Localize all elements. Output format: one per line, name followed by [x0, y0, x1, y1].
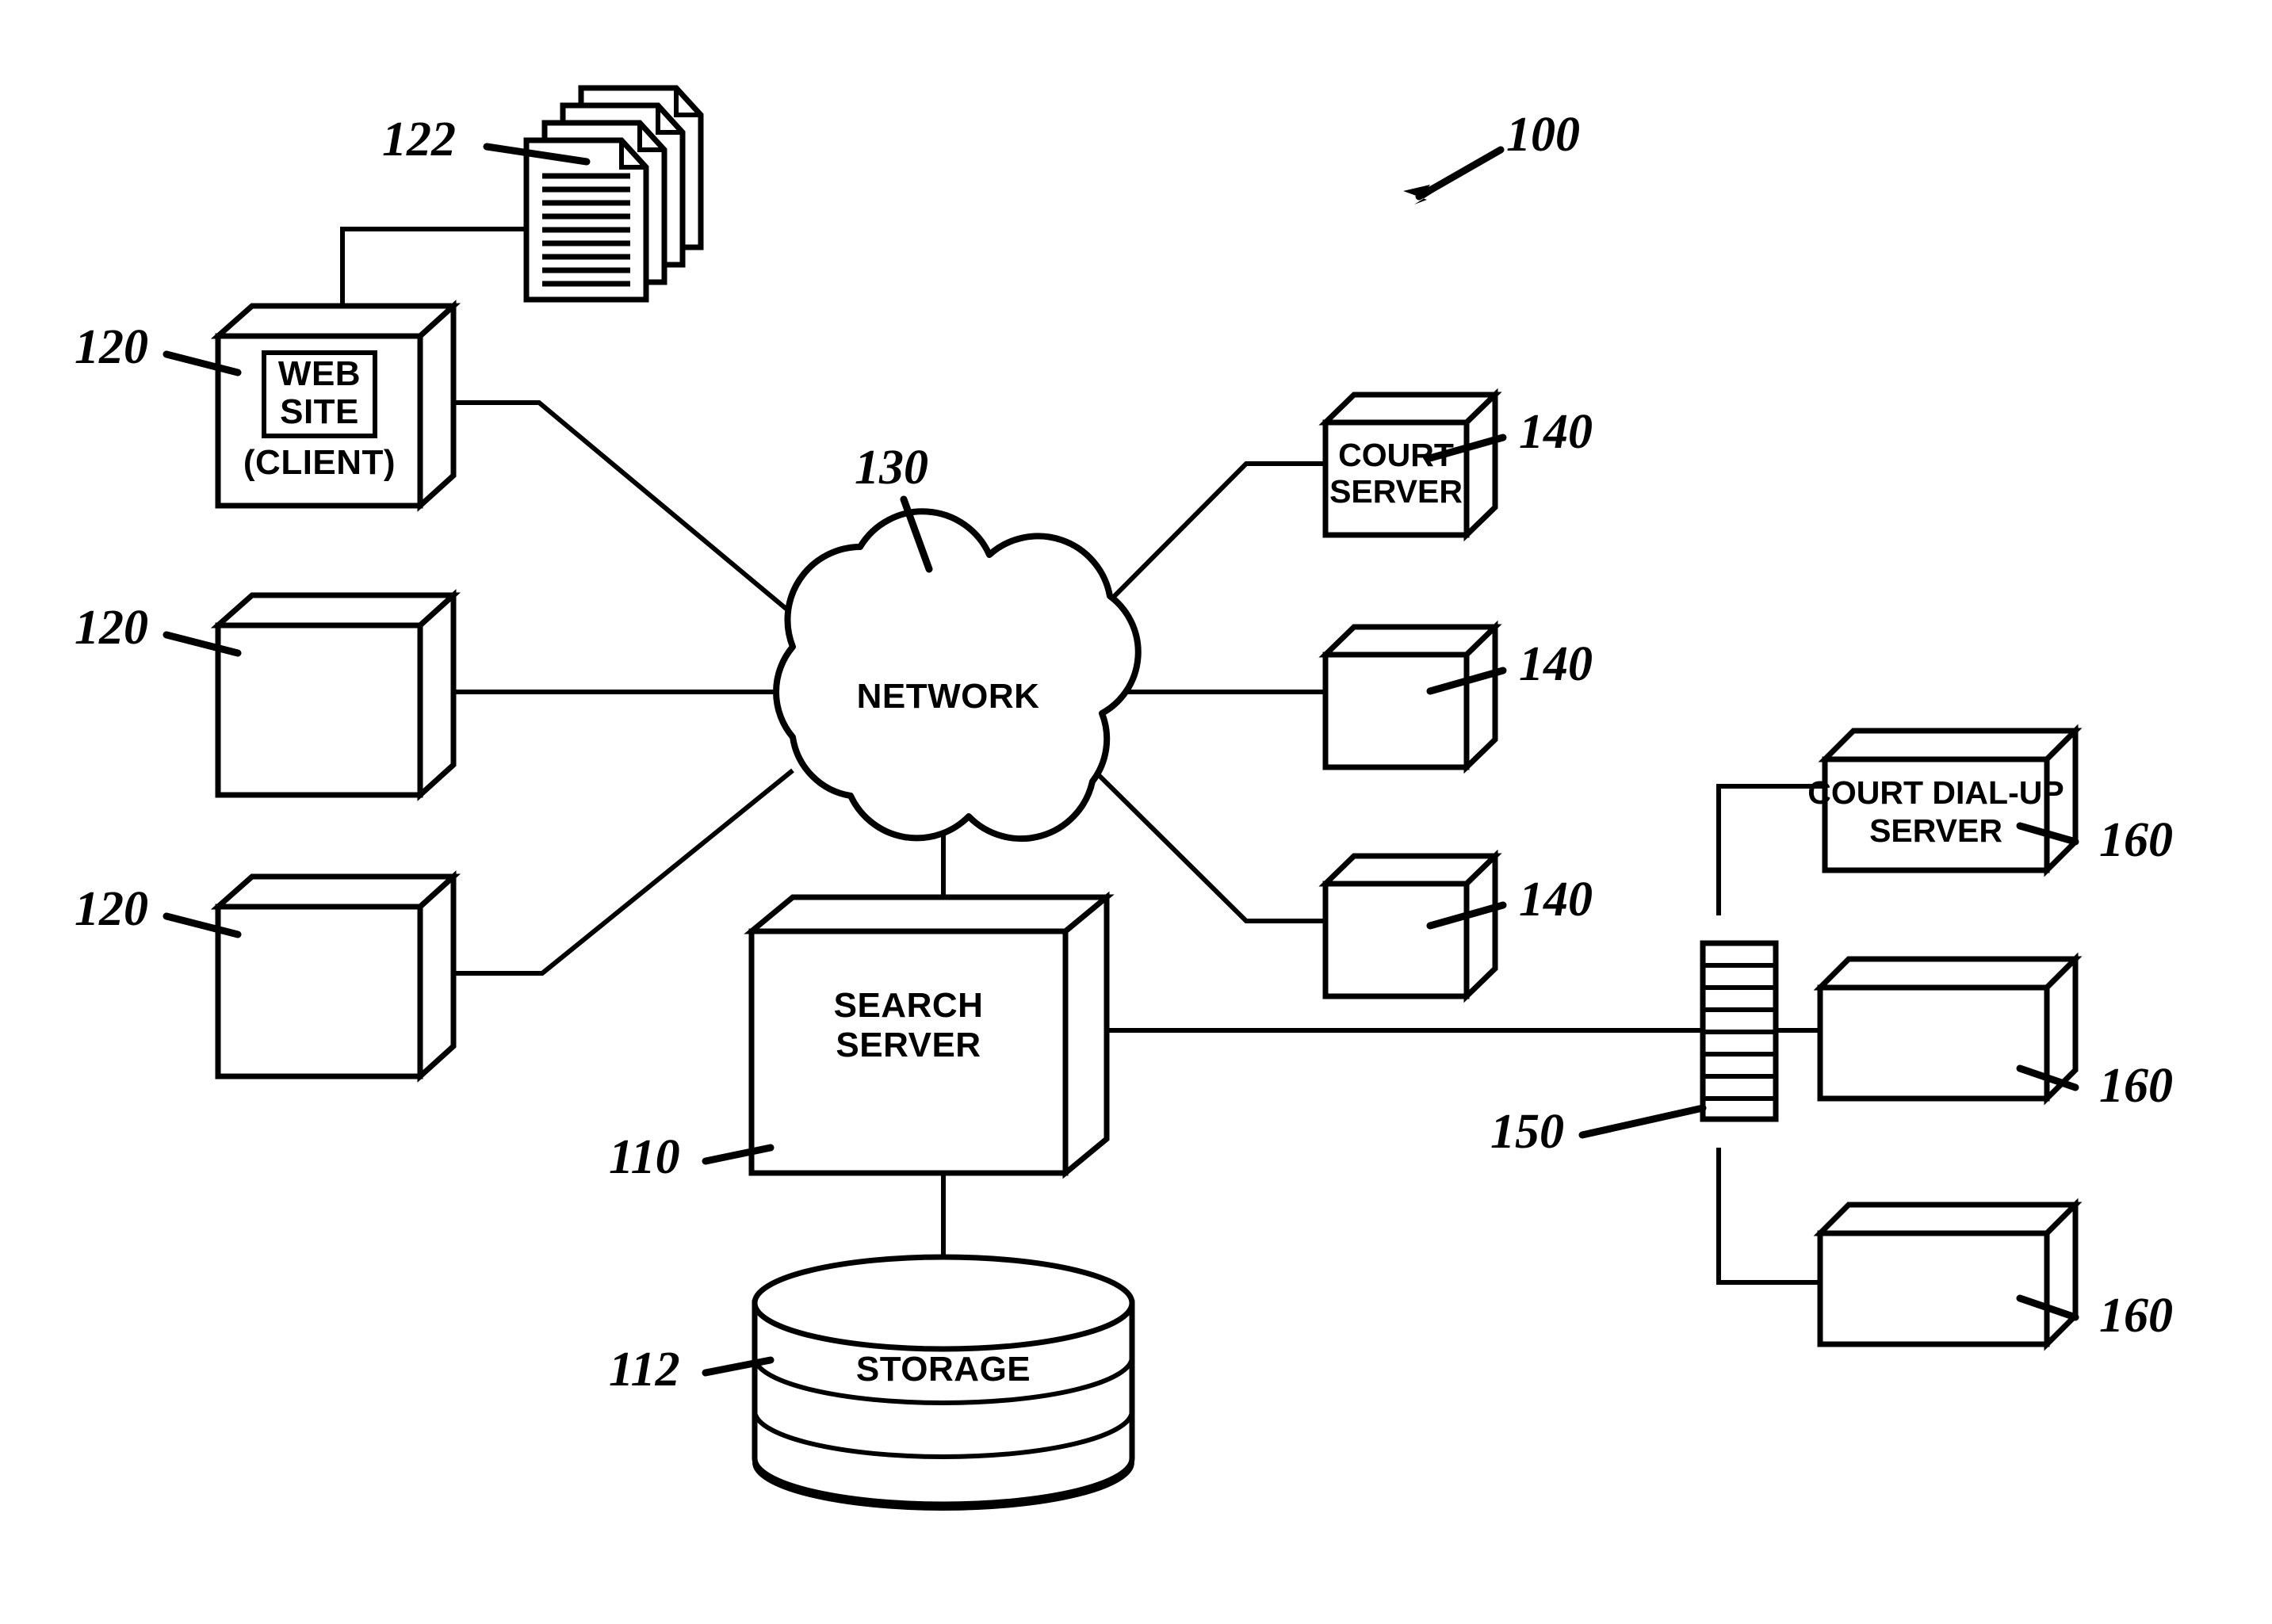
dial-up-server-label-line2: SERVER — [1869, 812, 2002, 849]
client-box-3-front-face — [215, 904, 423, 1079]
court-server-1-side-face — [1463, 388, 1498, 542]
ref-numeral-160-a: 160 — [2099, 813, 2173, 867]
connector-modem-bank-to-dialup-3 — [1716, 1148, 1820, 1285]
client-box-3-top-face — [210, 873, 461, 910]
court-server-2-front-face — [1322, 652, 1470, 770]
ref-numeral-160-c: 160 — [2099, 1289, 2173, 1343]
storage-label: STORAGE — [856, 1350, 1031, 1389]
court-server-3-side-face — [1463, 849, 1498, 1003]
court-server-label-line2: SERVER — [1329, 473, 1463, 510]
modem-bank[interactable] — [1700, 940, 1779, 1122]
ref-numeral-140-b: 140 — [1519, 637, 1593, 691]
dial-up-server-3-front-face — [1817, 1230, 2050, 1347]
patent-figure-canvas: WEB SITE (CLIENT) NETWORK COURT SERVER S… — [0, 0, 2272, 1624]
search-server-box[interactable]: SEARCH SERVER — [744, 891, 1115, 1179]
client-box-2-side-face — [417, 589, 457, 801]
court-server-box-2[interactable] — [1318, 620, 1502, 774]
court-server-3-front-face — [1322, 881, 1470, 999]
connector-client1-to-network — [453, 400, 794, 617]
dial-up-server-2-top-face — [1813, 956, 2083, 991]
search-server-label-line1: SEARCH — [834, 986, 984, 1025]
dial-up-server-3-top-face — [1813, 1202, 2083, 1236]
client-box-1-top-face — [210, 303, 461, 339]
connector-network-to-court-server-3 — [1092, 768, 1325, 923]
ref-numeral-140-a: 140 — [1519, 405, 1593, 459]
court-dial-up-server-box-3[interactable] — [1813, 1198, 2083, 1351]
client-label: (CLIENT) — [243, 443, 396, 482]
document-stack — [523, 85, 704, 303]
ref-numeral-122: 122 — [382, 113, 456, 166]
ref-numeral-160-b: 160 — [2099, 1059, 2173, 1113]
ref-numeral-120-a: 120 — [75, 320, 148, 374]
client-box-1-side-face — [417, 300, 457, 512]
leader-150 — [1578, 1104, 1707, 1139]
dial-up-server-3-side-face — [2044, 1198, 2079, 1351]
client-box-3[interactable] — [210, 870, 461, 1083]
web-site-client-box[interactable]: WEB SITE (CLIENT) — [210, 300, 461, 512]
client-box-2-front-face — [215, 622, 423, 798]
network-cloud[interactable]: NETWORK — [773, 508, 1142, 843]
ref-numeral-140-c: 140 — [1519, 873, 1593, 927]
court-server-box-3[interactable] — [1318, 849, 1502, 1003]
ref-numeral-100: 100 — [1506, 108, 1580, 162]
court-server-box-1[interactable]: COURT SERVER — [1318, 388, 1502, 542]
figure-reference-arrow — [1403, 146, 1505, 204]
ref-numeral-112: 112 — [609, 1343, 680, 1397]
connector-client3-to-network — [453, 768, 794, 976]
web-site-label-line1: WEB — [278, 354, 361, 393]
client-box-3-side-face — [417, 870, 457, 1083]
search-server-top-face — [744, 894, 1115, 934]
web-site-label-line2: SITE — [280, 392, 359, 431]
court-dial-up-server-box[interactable]: COURT DIAL-UP SERVER — [1807, 724, 2083, 877]
system-architecture-diagram: WEB SITE (CLIENT) NETWORK COURT SERVER S… — [75, 85, 2173, 1511]
search-server-label-line2: SERVER — [836, 1026, 981, 1064]
dial-up-server-1-top-face — [1818, 728, 2083, 762]
ref-numeral-120-b: 120 — [75, 601, 148, 655]
ref-numeral-120-c: 120 — [75, 882, 148, 936]
search-server-side-face — [1062, 891, 1110, 1179]
dial-up-server-2-front-face — [1817, 984, 2050, 1102]
dial-up-server-label-line1: COURT DIAL-UP — [1807, 774, 2064, 811]
client-box-2-top-face — [210, 592, 461, 629]
ref-numeral-110: 110 — [609, 1130, 680, 1184]
client-box-2[interactable] — [210, 589, 461, 801]
arrow-100-shaft — [1415, 146, 1505, 201]
storage-cylinder[interactable]: STORAGE — [752, 1254, 1135, 1511]
ref-numeral-130: 130 — [855, 441, 928, 495]
court-server-2-side-face — [1463, 620, 1498, 774]
network-label: NETWORK — [857, 677, 1040, 716]
ref-numeral-150: 150 — [1490, 1105, 1564, 1159]
document-text-lines — [542, 173, 630, 287]
storage-cylinder-top — [752, 1254, 1135, 1352]
network-cloud-outline — [773, 508, 1142, 843]
connector-network-to-court-server-1 — [1092, 461, 1325, 619]
